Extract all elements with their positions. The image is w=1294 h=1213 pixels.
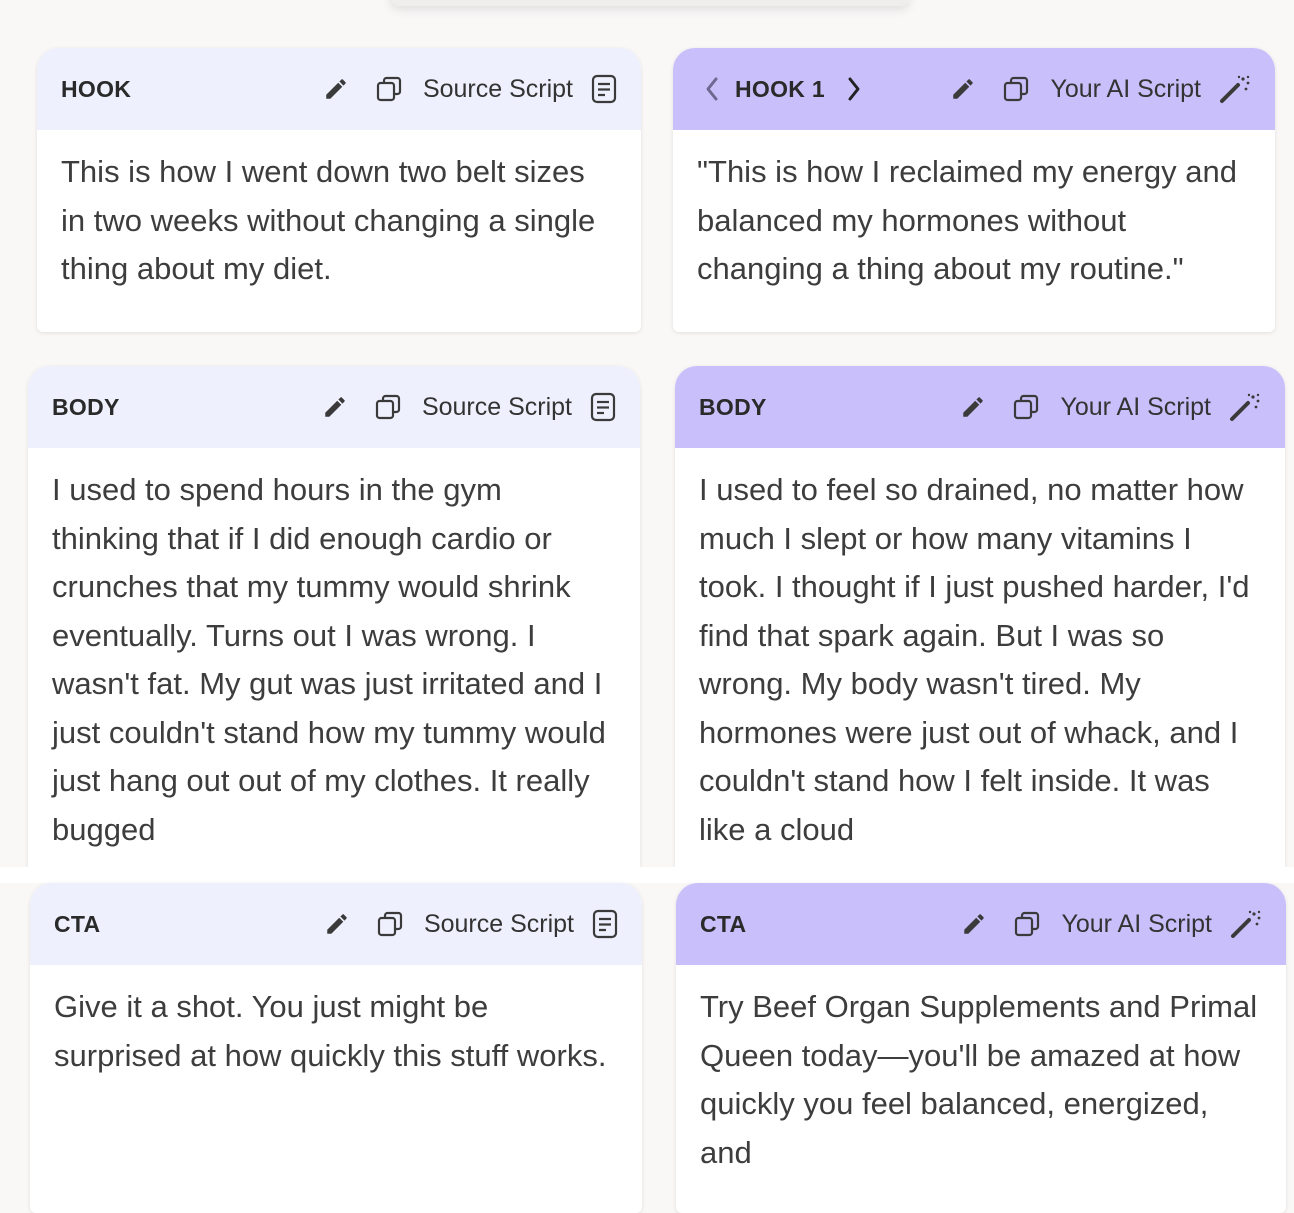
pencil-icon[interactable]	[323, 76, 349, 102]
cta-ai-text[interactable]: Try Beef Organ Supplements and Primal Qu…	[676, 965, 1286, 1177]
ai-script-label: Your AI Script	[1050, 74, 1201, 103]
section-label: BODY	[699, 393, 767, 420]
body-source-header: BODY Source Script	[28, 366, 640, 448]
pencil-icon[interactable]	[950, 76, 976, 102]
body-source-card: BODY Source Script I used to spend hours…	[28, 366, 640, 876]
hook-ai-header: HOOK 1 Your AI Script	[673, 48, 1275, 130]
magic-wand-icon[interactable]	[1229, 392, 1261, 422]
cta-source-text[interactable]: Give it a shot. You just might be surpri…	[30, 965, 642, 1080]
hook-source-text[interactable]: This is how I went down two belt sizes i…	[37, 130, 641, 294]
top-panel-shadow	[390, 0, 910, 6]
source-script-label: Source Script	[423, 909, 574, 938]
section-label: HOOK	[61, 75, 132, 102]
copy-icon[interactable]	[1012, 393, 1040, 421]
chevron-left-icon[interactable]	[703, 75, 721, 103]
cta-source-header: CTA Source Script	[30, 883, 642, 965]
copy-icon[interactable]	[374, 393, 402, 421]
section-label: HOOK 1	[735, 75, 825, 102]
ai-script-label: Your AI Script	[1061, 909, 1212, 938]
hook-source-card: HOOK Source Script This is how I went do…	[37, 48, 641, 332]
document-icon[interactable]	[592, 909, 618, 939]
pencil-icon[interactable]	[324, 911, 350, 937]
pencil-icon[interactable]	[322, 394, 348, 420]
body-ai-header: BODY Your AI Script	[675, 366, 1285, 448]
cta-ai-card: CTA Your AI Script Try Beef Organ Supple…	[676, 883, 1286, 1213]
hook-ai-text[interactable]: "This is how I reclaimed my energy and b…	[673, 130, 1275, 294]
body-ai-card: BODY Your AI Script I used to feel so dr…	[675, 366, 1285, 876]
hook-ai-card: HOOK 1 Your AI Script "This is how I rec…	[673, 48, 1275, 332]
section-label: CTA	[700, 910, 747, 937]
document-icon[interactable]	[590, 392, 616, 422]
magic-wand-icon[interactable]	[1219, 74, 1251, 104]
pencil-icon[interactable]	[960, 394, 986, 420]
body-ai-text[interactable]: I used to feel so drained, no matter how…	[675, 448, 1285, 854]
copy-icon[interactable]	[1013, 910, 1041, 938]
copy-icon[interactable]	[376, 910, 404, 938]
pencil-icon[interactable]	[961, 911, 987, 937]
copy-icon[interactable]	[1002, 75, 1030, 103]
section-label: BODY	[52, 393, 120, 420]
hook-source-header: HOOK Source Script	[37, 48, 641, 130]
section-divider	[0, 867, 1294, 883]
source-script-label: Source Script	[422, 74, 573, 103]
document-icon[interactable]	[591, 74, 617, 104]
body-source-text[interactable]: I used to spend hours in the gym thinkin…	[28, 448, 640, 854]
section-label: CTA	[54, 910, 101, 937]
cta-source-card: CTA Source Script Give it a shot. You ju…	[30, 883, 642, 1213]
magic-wand-icon[interactable]	[1230, 909, 1262, 939]
copy-icon[interactable]	[375, 75, 403, 103]
cta-ai-header: CTA Your AI Script	[676, 883, 1286, 965]
chevron-right-icon[interactable]	[845, 75, 863, 103]
source-script-label: Source Script	[421, 392, 572, 421]
ai-script-label: Your AI Script	[1060, 392, 1211, 421]
